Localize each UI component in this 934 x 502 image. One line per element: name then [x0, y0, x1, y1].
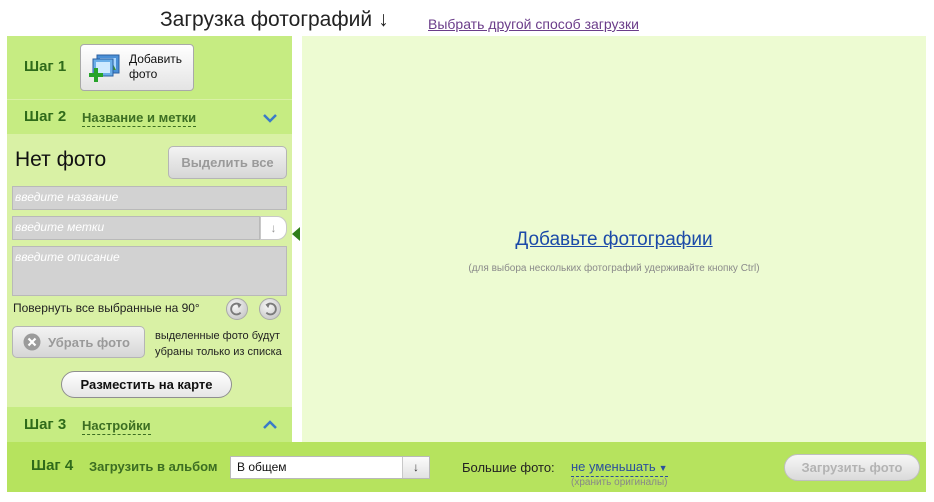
page-title: Загрузка фотографий ↓: [160, 8, 389, 32]
add-photos-link[interactable]: Добавьте фотографии: [302, 229, 926, 251]
caret-down-icon: ▼: [658, 463, 668, 473]
close-icon: [23, 333, 41, 351]
alt-upload-method-link[interactable]: Выбрать другой способ загрузки: [428, 16, 639, 32]
rotate-all-label: Повернуть все выбранные на 90°: [13, 301, 200, 315]
page-title-text: Загрузка фотографий: [160, 8, 373, 31]
upload-photo-button[interactable]: Загрузить фото: [784, 454, 920, 481]
chevron-down-icon[interactable]: [262, 112, 278, 124]
step2-toggle[interactable]: Название и метки: [82, 110, 197, 127]
place-on-map-button[interactable]: Разместить на карте: [61, 371, 232, 398]
step4-bar: Шаг 4 Загрузить в альбом В общем ↓ Больш…: [7, 442, 926, 492]
panel-pointer-icon: [292, 227, 300, 241]
step2-label: Шаг 2: [24, 108, 67, 125]
remove-photo-label: Убрать фото: [48, 335, 130, 350]
rotate-left-icon[interactable]: [226, 298, 248, 320]
multi-select-hint: (для выбора нескольких фотографий удержи…: [468, 263, 760, 274]
big-photo-size-dropdown[interactable]: не уменьшать ▼: [571, 459, 668, 477]
remove-photo-note: выделенные фото будут убраны только из с…: [155, 330, 282, 358]
no-photo-text: Нет фото: [15, 148, 107, 171]
album-dropdown-button[interactable]: ↓: [402, 457, 429, 478]
photo-tags-input[interactable]: введите метки: [12, 216, 260, 240]
rotate-right-icon[interactable]: [259, 298, 281, 320]
big-photo-size-value: не уменьшать: [571, 459, 656, 474]
upload-page: Загрузка фотографий ↓ Выбрать другой спос…: [0, 0, 934, 502]
left-panel: Шаг 1 Добавить фото Шаг 2 Название и мет…: [7, 36, 292, 442]
down-arrow-icon: ↓: [378, 8, 389, 31]
photo-drop-area[interactable]: Добавьте фотографии (для выбора нескольк…: [302, 36, 926, 442]
tags-dropdown-button[interactable]: ↓: [260, 216, 287, 240]
step2-row[interactable]: Шаг 2 Название и метки: [7, 100, 292, 134]
step4-label: Шаг 4: [31, 457, 74, 474]
keep-originals-note: (хранить оригиналы): [571, 477, 668, 488]
remove-photo-button[interactable]: Убрать фото: [12, 326, 145, 358]
step1-label: Шаг 1: [24, 58, 67, 75]
add-photo-button-label: Добавить фото: [129, 52, 193, 82]
step3-label: Шаг 3: [24, 416, 67, 433]
big-photo-label: Большие фото:: [462, 460, 555, 475]
photo-description-input[interactable]: введите описание: [12, 246, 287, 296]
add-photo-button[interactable]: Добавить фото: [80, 44, 194, 91]
select-all-button[interactable]: Выделить все: [168, 146, 287, 179]
step3-row[interactable]: Шаг 3 Настройки: [7, 407, 292, 442]
add-photo-label-line1: Добавить: [129, 52, 183, 66]
add-photo-icon: [89, 54, 120, 82]
add-photo-label-line2: фото: [129, 67, 158, 81]
step3-toggle[interactable]: Настройки: [82, 418, 151, 435]
album-label: Загрузить в альбом: [89, 459, 218, 474]
photo-name-input[interactable]: введите название: [12, 186, 287, 210]
album-select[interactable]: В общем ↓: [230, 456, 430, 479]
step1-row: Шаг 1 Добавить фото: [7, 36, 292, 99]
chevron-up-icon[interactable]: [262, 419, 278, 431]
album-select-value: В общем: [237, 460, 287, 474]
